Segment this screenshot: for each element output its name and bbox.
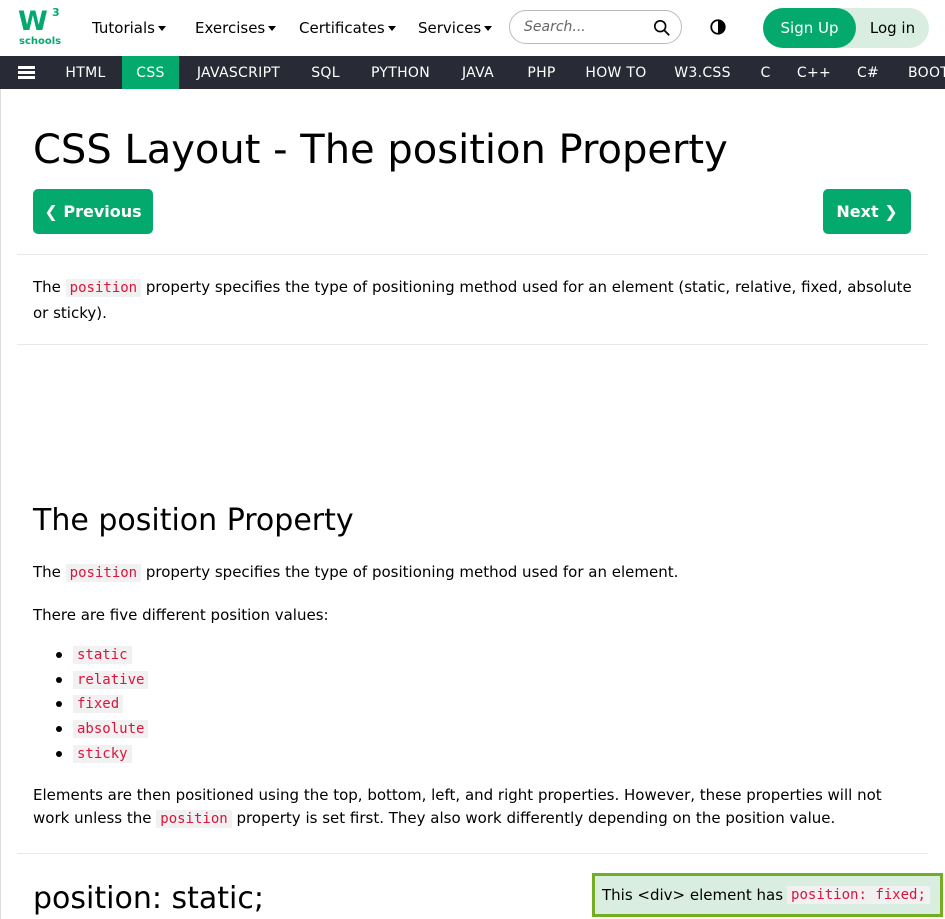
next-button[interactable]: Next ❯ [823, 189, 911, 234]
topnav-label: Tutorials [92, 19, 155, 37]
search-input[interactable] [524, 18, 644, 36]
list-item: sticky [55, 741, 148, 766]
list-item: absolute [55, 716, 149, 741]
intro-paragraph: The position property specifies the type… [33, 275, 913, 326]
inline-code: position [65, 564, 142, 582]
inline-code: sticky [73, 744, 132, 763]
subnav-java[interactable]: JAVA [446, 56, 510, 89]
topnav-exercises[interactable]: Exercises [195, 0, 277, 56]
subnav-bootstrap[interactable]: BOOTSTRAP [896, 56, 945, 89]
logo-mark: W [18, 6, 48, 37]
chevron-right-icon: ❯ [884, 202, 898, 221]
topnav-label: Services [418, 19, 482, 37]
topnav-label: Exercises [195, 19, 266, 37]
page-left-border [0, 89, 1, 919]
divider [17, 853, 928, 854]
w3schools-logo[interactable]: W 3 schools [18, 6, 62, 48]
inline-code: position [156, 810, 232, 828]
log-in-button[interactable]: Log in [856, 8, 929, 48]
positioning-paragraph: Elements are then positioned using the t… [33, 784, 913, 831]
divider [17, 344, 928, 345]
subnav-c[interactable]: C [748, 56, 783, 89]
list-item: static [55, 642, 148, 667]
search-box [509, 10, 682, 44]
topnav-tutorials[interactable]: Tutorials [92, 0, 166, 56]
text: property specifies the type of positioni… [141, 563, 679, 581]
text: property specifies the type of positioni… [33, 278, 912, 322]
section-paragraph: The position property specifies the type… [33, 560, 913, 586]
subnav-sql[interactable]: SQL [298, 56, 353, 89]
topnav-services[interactable]: Services [418, 0, 493, 56]
fixed-position-example: This <div> element has position: fixed; [592, 873, 943, 917]
inline-code: position [65, 279, 142, 297]
inline-code: position: fixed; [787, 886, 930, 904]
text: The [33, 563, 66, 581]
logo-subtext: schools [19, 36, 62, 47]
inline-code: relative [73, 670, 149, 689]
previous-label: Previous [63, 202, 142, 221]
main-content: CSS Layout - The position Property ❮ Pre… [17, 89, 928, 919]
section-title-static: position: static; [33, 881, 264, 916]
menu-icon[interactable] [18, 66, 35, 79]
previous-button[interactable]: ❮ Previous [33, 189, 153, 234]
inline-code: static [73, 646, 132, 664]
caret-down-icon [484, 25, 493, 31]
inline-code: fixed [73, 695, 124, 714]
tutorial-nav-bar: HTML CSS JAVASCRIPT SQL PYTHON JAVA PHP … [0, 56, 945, 89]
section-title: The position Property [33, 503, 354, 538]
list-item: relative [55, 667, 149, 692]
subnav-w3css[interactable]: W3.CSS [662, 56, 743, 89]
logo-superscript: 3 [52, 6, 60, 19]
caret-down-icon [387, 25, 396, 31]
next-label: Next [836, 202, 879, 221]
auth-buttons: Sign Up Log in [763, 8, 929, 48]
contrast-toggle-icon[interactable] [709, 18, 727, 36]
topnav-label: Certificates [299, 19, 385, 37]
inline-code: absolute [73, 720, 149, 739]
list-item: fixed [55, 691, 148, 716]
subnav-css[interactable]: CSS [122, 56, 179, 89]
divider [17, 254, 928, 255]
fixed-box-text: This <div> element has [602, 886, 784, 904]
sign-up-button[interactable]: Sign Up [763, 8, 856, 48]
subnav-python[interactable]: PYTHON [357, 56, 444, 89]
top-bar: W 3 schools Tutorials Exercises Certific… [0, 0, 945, 56]
position-values-list: static relative fixed absolute sticky [33, 642, 149, 766]
search-icon[interactable] [653, 19, 671, 37]
subnav-how-to[interactable]: HOW TO [574, 56, 658, 89]
text: property is set first. They also work di… [231, 809, 836, 827]
values-intro: There are five different position values… [33, 606, 329, 624]
caret-down-icon [157, 25, 166, 31]
topnav-certificates[interactable]: Certificates [299, 0, 396, 56]
subnav-cpp[interactable]: C++ [788, 56, 840, 89]
text: The [33, 278, 66, 296]
page-title: CSS Layout - The position Property [33, 127, 728, 173]
chevron-left-icon: ❮ [44, 202, 58, 221]
subnav-csharp[interactable]: C# [845, 56, 891, 89]
subnav-html[interactable]: HTML [51, 56, 120, 89]
caret-down-icon [268, 25, 277, 31]
subnav-php[interactable]: PHP [512, 56, 571, 89]
subnav-javascript[interactable]: JAVASCRIPT [181, 56, 296, 89]
